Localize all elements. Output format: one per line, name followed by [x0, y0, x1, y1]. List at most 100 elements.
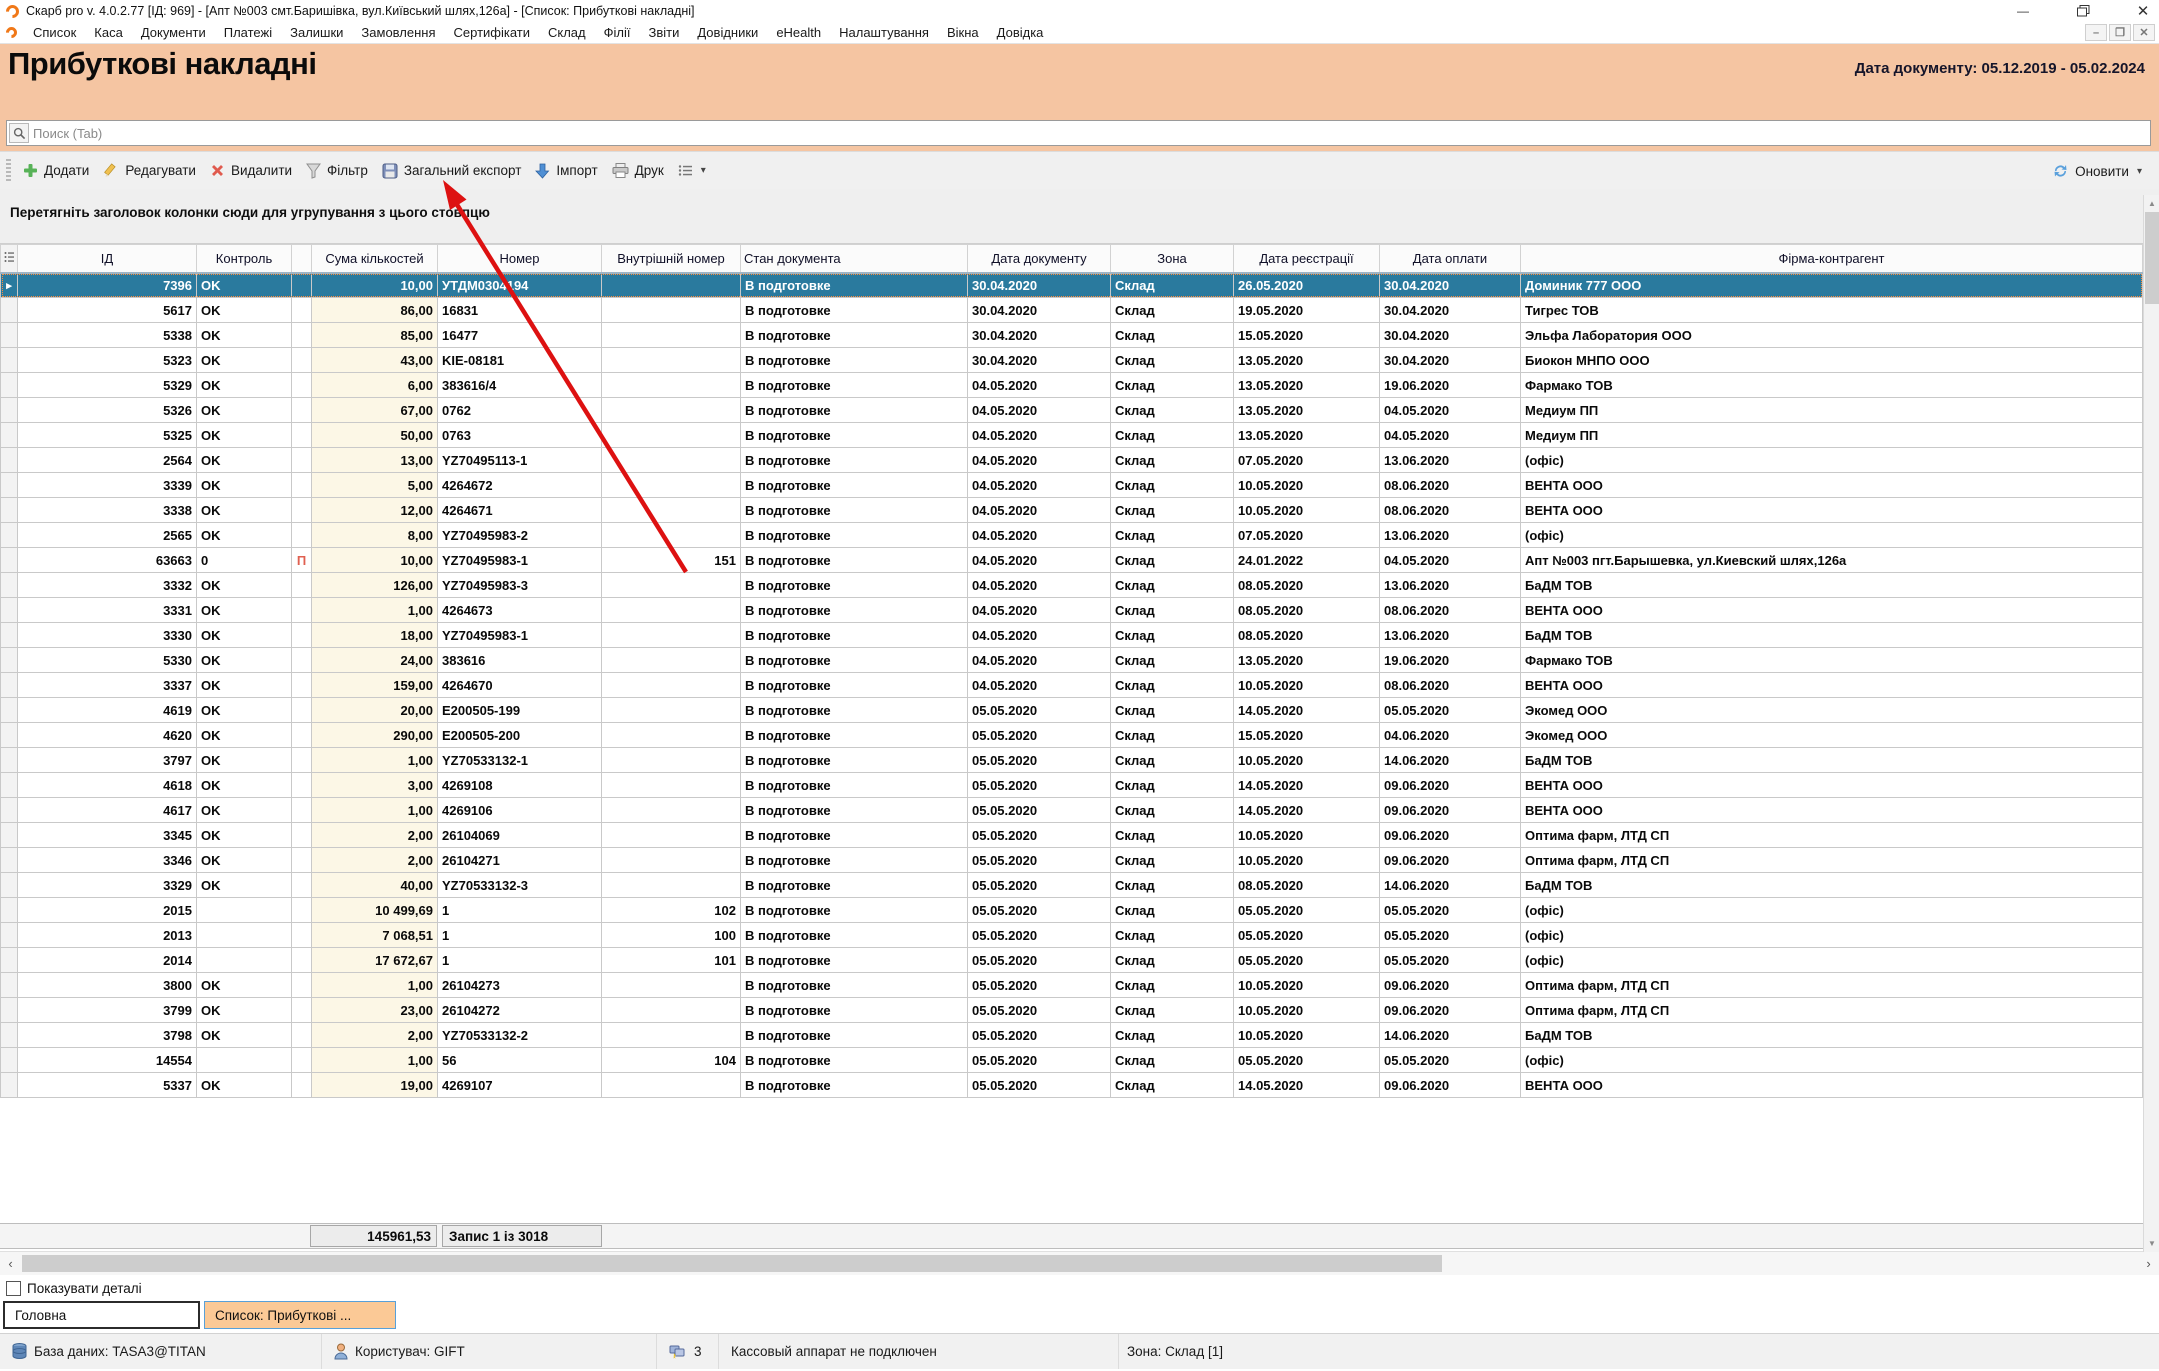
column-header-state[interactable]: Стан документа [741, 245, 968, 273]
table-row[interactable]: 3797OK1,00YZ70533132-1В подготовке05.05.… [1, 748, 2143, 773]
table-row[interactable]: 5323OK43,00KIE-08181В подготовке30.04.20… [1, 348, 2143, 373]
table-row[interactable]: 636630П10,00YZ70495983-1151В подготовке0… [1, 548, 2143, 573]
minimize-button[interactable]: — [2015, 3, 2031, 19]
import-button[interactable]: Імпорт [528, 159, 604, 183]
table-row[interactable]: 5338OK85,0016477В подготовке30.04.2020Ск… [1, 323, 2143, 348]
table-row[interactable]: 5326OK67,000762В подготовке04.05.2020Скл… [1, 398, 2143, 423]
menu-item-9[interactable]: Філії [595, 23, 640, 42]
delete-button[interactable]: Видалити [203, 159, 299, 182]
menu-item-2[interactable]: Каса [85, 23, 132, 42]
horizontal-scroll-thumb[interactable] [22, 1255, 1442, 1272]
filter-button[interactable]: Фільтр [299, 159, 375, 183]
column-header-firm[interactable]: Фірма-контрагент [1521, 245, 2143, 273]
menu-item-10[interactable]: Звіти [639, 23, 688, 42]
cell-control: OK [197, 1023, 292, 1048]
column-header-number[interactable]: Номер [438, 245, 602, 273]
table-row[interactable]: 5617OK86,0016831В подготовке30.04.2020Ск… [1, 298, 2143, 323]
table-row[interactable]: 3799OK23,0026104272В подготовке05.05.202… [1, 998, 2143, 1023]
mdi-close-button[interactable]: ✕ [2133, 24, 2155, 41]
column-header-pay_date[interactable]: Дата оплати [1380, 245, 1521, 273]
table-row[interactable]: 3345OK2,0026104069В подготовке05.05.2020… [1, 823, 2143, 848]
cell-pay_date: 09.06.2020 [1380, 973, 1521, 998]
table-row[interactable]: 3337OK159,004264670В подготовке04.05.202… [1, 673, 2143, 698]
table-row[interactable]: 4617OK1,004269106В подготовке05.05.2020С… [1, 798, 2143, 823]
table-row[interactable]: 4619OK20,00E200505-199В подготовке05.05.… [1, 698, 2143, 723]
column-header-sum[interactable]: Сума кількостей [312, 245, 438, 273]
menu-item-7[interactable]: Сертифікати [445, 23, 540, 42]
table-row[interactable]: 3800OK1,0026104273В подготовке05.05.2020… [1, 973, 2143, 998]
scroll-up-button[interactable]: ▲ [2144, 195, 2159, 212]
restore-button[interactable] [2075, 3, 2091, 19]
scroll-down-button[interactable]: ▼ [2144, 1235, 2159, 1252]
cell-id: 4619 [18, 698, 197, 723]
menu-item-1[interactable]: Список [24, 23, 85, 42]
table-row[interactable]: 5337OK19,004269107В подготовке05.05.2020… [1, 1073, 2143, 1098]
vertical-scroll-thumb[interactable] [2145, 212, 2159, 304]
table-row[interactable]: ▸7396OK10,00УТДМ0304194В подготовке30.04… [1, 273, 2143, 298]
table-row[interactable]: 4618OK3,004269108В подготовке05.05.2020С… [1, 773, 2143, 798]
table-row[interactable]: 2564OK13,00YZ70495113-1В подготовке04.05… [1, 448, 2143, 473]
column-header-doc_date[interactable]: Дата документу [968, 245, 1111, 273]
table-row[interactable]: 145541,0056104В подготовке05.05.2020Скла… [1, 1048, 2143, 1073]
table-row[interactable]: 3329OK40,00YZ70533132-3В подготовке05.05… [1, 873, 2143, 898]
table-row[interactable]: 201510 499,691102В подготовке05.05.2020С… [1, 898, 2143, 923]
menu-item-8[interactable]: Склад [539, 23, 595, 42]
tab-list-incoming[interactable]: Список: Прибуткові ... [204, 1301, 396, 1329]
horizontal-scrollbar[interactable]: ‹ › [0, 1251, 2159, 1275]
toolbar-grip[interactable] [6, 159, 11, 183]
table-row[interactable]: 5325OK50,000763В подготовке04.05.2020Скл… [1, 423, 2143, 448]
tab-main[interactable]: Головна [3, 1301, 200, 1329]
table-row[interactable]: 2565OK8,00YZ70495983-2В подготовке04.05.… [1, 523, 2143, 548]
menu-item-3[interactable]: Документи [132, 23, 215, 42]
column-header-id[interactable]: ІД [18, 245, 197, 273]
table-row[interactable]: 4620OK290,00E200505-200В подготовке05.05… [1, 723, 2143, 748]
cell-number: 4264670 [438, 673, 602, 698]
table-row[interactable]: 5330OK24,00383616В подготовке04.05.2020С… [1, 648, 2143, 673]
menu-item-11[interactable]: Довідники [688, 23, 767, 42]
cell-reg_date: 05.05.2020 [1234, 898, 1380, 923]
mdi-restore-button[interactable]: ❐ [2109, 24, 2131, 41]
column-header-internal[interactable]: Внутрішній номер [602, 245, 741, 273]
cell-number: YZ70495983-1 [438, 623, 602, 648]
menu-item-4[interactable]: Платежі [215, 23, 281, 42]
cell-doc_date: 04.05.2020 [968, 498, 1111, 523]
menu-item-5[interactable]: Залишки [281, 23, 352, 42]
menu-item-15[interactable]: Довідка [988, 23, 1053, 42]
menu-item-6[interactable]: Замовлення [352, 23, 444, 42]
print-button[interactable]: Друк [605, 159, 671, 182]
table-row[interactable]: 3338OK12,004264671В подготовке04.05.2020… [1, 498, 2143, 523]
close-button[interactable]: ✕ [2135, 3, 2151, 19]
column-header-zone[interactable]: Зона [1111, 245, 1234, 273]
column-header-reg_date[interactable]: Дата реєстрації [1234, 245, 1380, 273]
table-row[interactable]: 3346OK2,0026104271В подготовке05.05.2020… [1, 848, 2143, 873]
mdi-minimize-button[interactable]: – [2085, 24, 2107, 41]
scroll-right-button[interactable]: › [2140, 1255, 2157, 1272]
search-input[interactable] [29, 122, 2150, 144]
cell-firm: (офіс) [1521, 523, 2143, 548]
menu-item-14[interactable]: Вікна [938, 23, 988, 42]
view-options-button[interactable]: ▾ [671, 160, 713, 181]
add-button[interactable]: Додати [16, 159, 96, 182]
table-row[interactable]: 3798OK2,00YZ70533132-2В подготовке05.05.… [1, 1023, 2143, 1048]
menu-item-13[interactable]: Налаштування [830, 23, 938, 42]
vertical-scrollbar[interactable]: ▲ ▼ [2143, 195, 2159, 1252]
table-row[interactable]: 3332OK126,00YZ70495983-3В подготовке04.0… [1, 573, 2143, 598]
table-row[interactable]: 3331OK1,004264673В подготовке04.05.2020С… [1, 598, 2143, 623]
column-header-p[interactable] [292, 245, 312, 273]
table-row[interactable]: 3339OK5,004264672В подготовке04.05.2020С… [1, 473, 2143, 498]
edit-button[interactable]: Редагувати [96, 159, 203, 183]
refresh-button[interactable]: Оновити ▾ [2045, 159, 2149, 183]
scroll-left-button[interactable]: ‹ [2, 1255, 19, 1272]
menu-item-12[interactable]: eHealth [767, 23, 830, 42]
table-row[interactable]: 5329OK6,00383616/4В подготовке04.05.2020… [1, 373, 2143, 398]
export-button[interactable]: Загальний експорт [375, 159, 529, 183]
cell-internal: 102 [602, 898, 741, 923]
table-row[interactable]: 20137 068,511100В подготовке05.05.2020Ск… [1, 923, 2143, 948]
column-header-control[interactable]: Контроль [197, 245, 292, 273]
row-selector-header[interactable] [1, 245, 18, 273]
cell-internal: 104 [602, 1048, 741, 1073]
table-row[interactable]: 201417 672,671101В подготовке05.05.2020С… [1, 948, 2143, 973]
cell-internal [602, 348, 741, 373]
table-row[interactable]: 3330OK18,00YZ70495983-1В подготовке04.05… [1, 623, 2143, 648]
show-details-checkbox[interactable] [6, 1281, 21, 1296]
